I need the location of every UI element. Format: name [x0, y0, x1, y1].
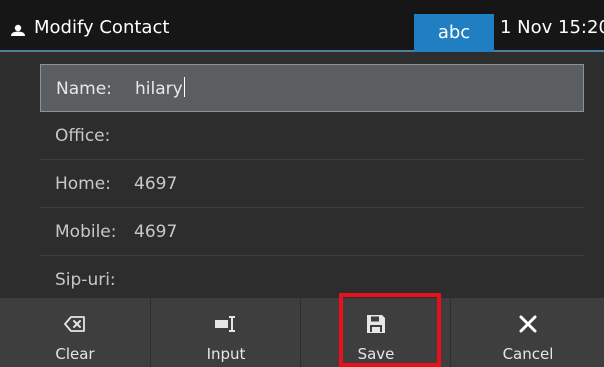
page-title: Modify Contact: [34, 17, 170, 38]
home-value[interactable]: 4697: [134, 160, 177, 208]
input-label: Input: [206, 345, 246, 363]
input-method-icon: [215, 316, 235, 332]
mobile-field[interactable]: Mobile: 4697: [40, 208, 584, 256]
clear-label: Clear: [55, 345, 95, 363]
close-icon: [519, 315, 537, 333]
sip-uri-label: Sip-uri:: [55, 270, 116, 290]
mobile-value[interactable]: 4697: [134, 208, 177, 256]
floppy-disk-icon: [367, 315, 385, 333]
clear-button[interactable]: Clear: [0, 298, 150, 367]
office-label: Office:: [55, 126, 111, 146]
office-field[interactable]: Office:: [40, 112, 584, 160]
phone-screen: Modify Contact abc 1 Nov 15:20 Name: hil…: [0, 0, 604, 367]
backspace-icon: [64, 316, 85, 332]
cancel-button[interactable]: Cancel: [450, 298, 604, 367]
input-mode-badge[interactable]: abc: [414, 14, 494, 52]
save-label: Save: [357, 345, 395, 363]
cancel-label: Cancel: [502, 345, 554, 363]
softkey-bar: Clear Input Save Cancel: [0, 298, 604, 367]
text-cursor: [183, 77, 185, 97]
mobile-label: Mobile:: [55, 222, 117, 242]
clock: 1 Nov 15:20: [500, 17, 604, 38]
name-value: hilary: [135, 79, 183, 99]
home-field[interactable]: Home: 4697: [40, 160, 584, 208]
name-label: Name:: [56, 79, 112, 99]
title-bar: Modify Contact abc 1 Nov 15:20: [0, 0, 604, 52]
name-input[interactable]: hilary: [135, 65, 185, 113]
sip-uri-field[interactable]: Sip-uri:: [40, 256, 584, 304]
save-button[interactable]: Save: [300, 298, 451, 367]
home-label: Home:: [55, 174, 111, 194]
name-field[interactable]: Name: hilary: [40, 64, 584, 112]
person-icon: [11, 24, 25, 36]
contact-form: Name: hilary Office: Home: 4697 Mobile: …: [0, 52, 604, 298]
input-button[interactable]: Input: [150, 298, 301, 367]
